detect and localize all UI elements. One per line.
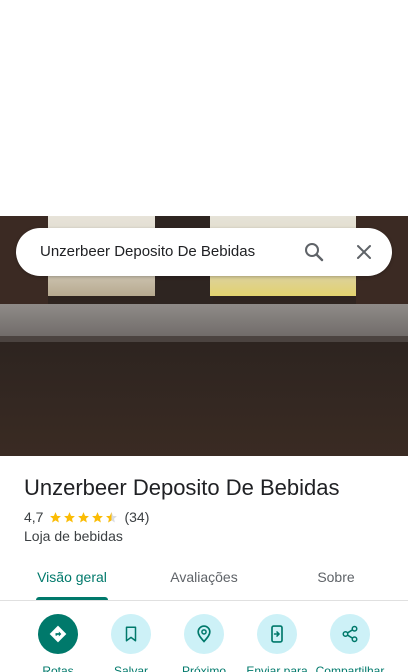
- action-label: Compartilhar: [315, 664, 385, 672]
- save-button[interactable]: Salvar: [91, 614, 171, 672]
- search-input[interactable]: Unzerbeer Deposito De Bebidas: [40, 228, 290, 276]
- nearby-button-circle[interactable]: [184, 614, 224, 654]
- star-icon: [78, 511, 90, 522]
- send-to-phone-button-circle[interactable]: [257, 614, 297, 654]
- share-button-circle[interactable]: [330, 614, 370, 654]
- bookmark-icon: [125, 626, 137, 642]
- action-label: Próximo: [181, 664, 226, 672]
- send-to-phone-button[interactable]: Enviar para: [237, 614, 317, 672]
- rating-row[interactable]: 4,7 (34): [24, 508, 149, 526]
- review-count[interactable]: (34): [124, 509, 149, 525]
- tab-label: Visão geral: [37, 569, 107, 585]
- directions-icon: [49, 625, 67, 643]
- place-tabs: Visão geral Avaliações Sobre: [0, 556, 408, 600]
- tab-label: Sobre: [317, 569, 355, 585]
- action-label: Rotas: [42, 664, 74, 672]
- search-bar[interactable]: Unzerbeer Deposito De Bebidas: [16, 228, 392, 276]
- place-category: Loja de bebidas: [24, 528, 123, 544]
- star-icon: [50, 511, 62, 522]
- nearby-icon: [197, 625, 211, 643]
- tab-overview[interactable]: Visão geral: [0, 556, 144, 600]
- share-button[interactable]: Compartilhar: [310, 614, 390, 672]
- search-icon[interactable]: [302, 240, 326, 264]
- blank-area: [0, 0, 408, 216]
- save-button-circle[interactable]: [111, 614, 151, 654]
- photo-sidewalk: [0, 304, 408, 338]
- photo-street: [0, 342, 408, 456]
- half-star-icon: [106, 511, 118, 522]
- directions-button[interactable]: Rotas: [18, 614, 98, 672]
- tab-label: Avaliações: [170, 569, 238, 585]
- rating-value: 4,7: [24, 509, 44, 525]
- tab-reviews[interactable]: Avaliações: [132, 556, 276, 600]
- divider: [0, 600, 408, 601]
- action-buttons: Rotas Salvar Próximo Enviar para Compart…: [0, 614, 408, 672]
- close-icon[interactable]: [352, 240, 376, 264]
- action-label: Enviar para: [246, 664, 308, 672]
- place-title: Unzerbeer Deposito De Bebidas: [24, 475, 340, 500]
- directions-button-circle[interactable]: [38, 614, 78, 654]
- action-label: Salvar: [113, 664, 148, 672]
- star-rating: [49, 511, 118, 524]
- star-icon: [92, 511, 104, 522]
- star-icon: [64, 511, 76, 522]
- share-icon: [342, 625, 358, 643]
- nearby-button[interactable]: Próximo: [164, 614, 244, 672]
- tab-about[interactable]: Sobre: [264, 556, 408, 600]
- send-to-phone-icon: [271, 625, 283, 643]
